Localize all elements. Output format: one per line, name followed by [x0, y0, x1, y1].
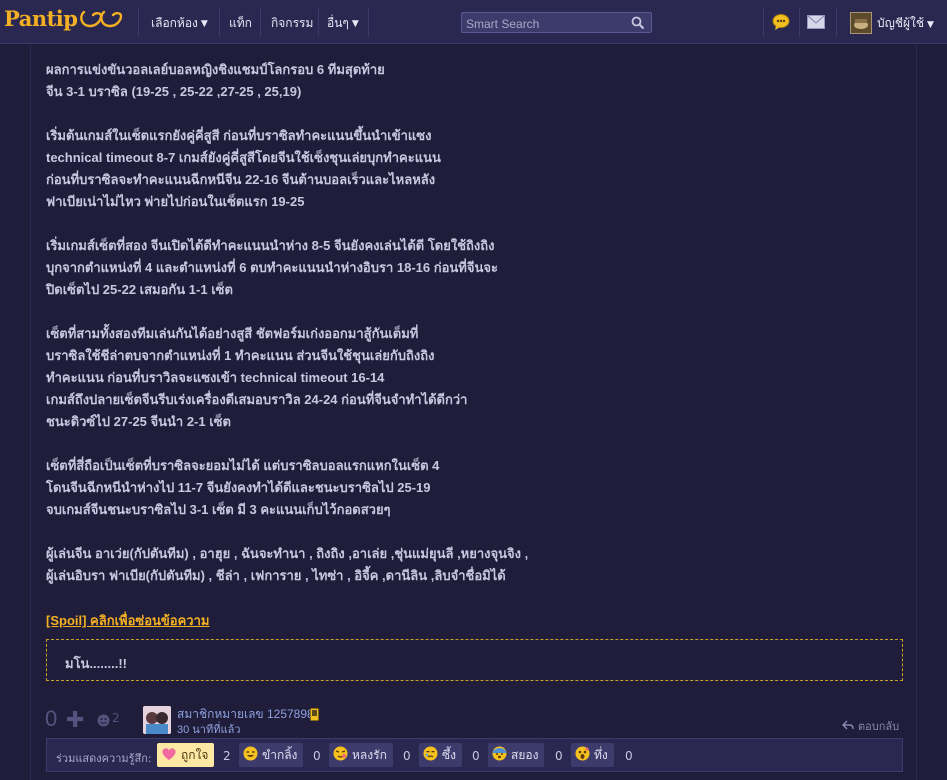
story-line: จบเกมส์จีนชนะบราซิลไป 3-1 เซ็ต มี 3 คะแน… [46, 502, 391, 517]
reply-arrow-icon [842, 720, 854, 733]
wow-face-icon [575, 746, 590, 764]
nav-rooms-label: เลือกห้อง [151, 16, 198, 30]
spoiler-content: มโน........!! [65, 656, 127, 671]
story-line: เริ่มเกมส์เซ็ตที่สอง จีนเปิดได้ดีทำคะแนน… [46, 238, 495, 253]
story-line: technical timeout 8-7 เกมส์ยังคู่คี่สูสี… [46, 150, 441, 165]
story-line: เกมส์ถึงปลายเซ็ตจีนรีบเร่งเครื่องดีเสมอบ… [46, 392, 468, 407]
nav-more-menu[interactable]: อื่นๆ ▼ [327, 14, 359, 33]
nav-tags-label: แท็ก [229, 16, 252, 30]
caret-down-icon: ▼ [927, 20, 934, 30]
nav-divider [260, 8, 261, 36]
emotion-label: สยอง [511, 747, 539, 762]
touched-face-icon [423, 746, 438, 764]
emotion-count-love: 0 [403, 749, 411, 763]
caret-down-icon: ▼ [200, 18, 208, 29]
mobile-phone-icon [310, 706, 319, 725]
emotion-button-touched[interactable]: ซึ้ง [419, 743, 463, 767]
post-time: 30 นาทีที่แล้ว [177, 724, 241, 736]
story-line: ผลการแข่งขันวอลเลย์บอลหญิงชิงแชมป์โลกรอบ… [46, 62, 385, 77]
emotion-button-like[interactable]: ถูกใจ [157, 743, 215, 767]
poster-avatar[interactable] [143, 706, 171, 734]
heart-face-icon [161, 747, 177, 764]
pantip-logo[interactable]: Pantip [4, 6, 126, 31]
emotion-button-love[interactable]: หลงรัก [329, 743, 393, 767]
scared-face-icon [492, 746, 507, 764]
emotion-label: ขำกลิ้ง [262, 747, 298, 762]
love-face-icon [333, 746, 348, 764]
story-paragraph: เริ่มเกมส์เซ็ตที่สอง จีนเปิดได้ดีทำคะแนน… [46, 235, 886, 301]
nav-activities-label: กิจกรรม [271, 16, 314, 30]
emotion-bar-label: ร่วมแสดงความรู้สึก: [56, 752, 152, 765]
vote-plus-button[interactable]: ✚ [66, 708, 84, 733]
story-line: เซ็ตที่สี่ถือเป็นเซ็ตที่บราซิลจะยอมไม่ได… [46, 458, 440, 473]
story-line: ก่อนที่บราซิลจะทำคะแนนฉีกหนีจีน 22-16 จี… [46, 172, 436, 187]
story-paragraph: ผู้เล่นจีน อาเว่ย(กัปตันทีม) , อาฮุย , ฉ… [46, 543, 886, 587]
story-line: ฟาเบียเน่าไม่ไหว พ่ายไปก่อนในเซ็ตแรก 19-… [46, 194, 305, 209]
nav-divider [763, 8, 764, 36]
nav-activities-link[interactable]: กิจกรรม [271, 14, 313, 33]
emotion-button-laugh[interactable]: ขำกลิ้ง [239, 743, 304, 767]
logo-text: Pantip [4, 6, 78, 31]
chat-bubble-icon[interactable] [771, 12, 791, 36]
emotion-count-scared: 0 [555, 749, 563, 763]
emotion-count-laugh: 0 [313, 749, 321, 763]
reply-label: ตอบกลับ [858, 720, 900, 733]
emotion-label: หลงรัก [352, 747, 387, 762]
story-line: บุกจากตำแหน่งที่ 4 และตำแหน่งที่ 6 ตบทำค… [46, 260, 498, 275]
emotion-button-scared[interactable]: สยอง [488, 743, 545, 767]
nav-divider [368, 8, 369, 36]
comment-body: ผลการแข่งขันวอลเลย์บอลหญิงชิงแชมป์โลกรอบ… [30, 44, 917, 780]
nav-tags-link[interactable]: แท็ก [229, 14, 252, 33]
story-line: จีน 3-1 บราซิล (19-25 , 25-22 ,27-25 , 2… [46, 84, 302, 99]
mail-icon[interactable] [807, 14, 825, 33]
reply-button[interactable]: ตอบกลับ [842, 717, 899, 735]
story-line: ทำคะแนน ก่อนที่บราวิลจะแซงเข้า technical… [46, 370, 385, 385]
nav-divider [318, 8, 319, 36]
nav-divider [836, 8, 837, 36]
emotion-label: ทึ่ง [594, 747, 608, 762]
caret-down-icon: ▼ [351, 18, 359, 29]
smart-search-box [461, 12, 652, 34]
top-navbar: Pantip เลือกห้อง▼ แท็ก กิจกรรม อื่นๆ▼ บ [0, 0, 947, 44]
emotion-count-touched: 0 [472, 749, 480, 763]
nav-divider [219, 8, 220, 36]
story-line: ปิดเซ็ตไป 25-22 เสมอกัน 1-1 เซ็ต [46, 282, 233, 297]
smart-search-input[interactable] [462, 14, 627, 34]
nav-divider [138, 8, 139, 36]
story-line: โดนจีนฉีกหนีนำห่างไป 11-7 จีนยังคงทำได้ด… [46, 480, 431, 495]
user-avatar[interactable] [850, 12, 872, 34]
comment-text: ผลการแข่งขันวอลเลย์บอลหญิงชิงแชมป์โลกรอบ… [46, 59, 886, 609]
nav-rooms-menu[interactable]: เลือกห้อง ▼ [151, 14, 208, 33]
spoiler-box: มโน........!! [46, 639, 903, 681]
search-icon[interactable] [631, 15, 645, 34]
emotion-count-like: 2 [223, 749, 231, 763]
story-paragraph: เซ็ตที่สี่ถือเป็นเซ็ตที่บราซิลจะยอมไม่ได… [46, 455, 886, 521]
vote-count: 0 [45, 706, 58, 731]
emotion-count: 2 [112, 711, 120, 725]
story-paragraph: ผลการแข่งขันวอลเลย์บอลหญิงชิงแชมป์โลกรอบ… [46, 59, 886, 103]
story-paragraph: เริ่มต้นเกมส์ในเซ็ตแรกยังคู่คี่สูสี ก่อน… [46, 125, 886, 213]
emotion-bar: ร่วมแสดงความรู้สึก: ถูกใจ 2 ขำกลิ้ง 0 หล… [46, 738, 903, 772]
emotion-button-wow[interactable]: ทึ่ง [571, 743, 614, 767]
emotion-label: ถูกใจ [181, 747, 209, 762]
spoiler-toggle-link[interactable]: [Spoil] คลิกเพื่อซ่อนข้อความ [46, 610, 209, 631]
account-menu[interactable]: บัญชีผู้ใช้ ▼ [877, 14, 934, 33]
nav-divider [799, 8, 800, 36]
nav-more-label: อื่นๆ [327, 16, 349, 30]
story-line: ผู้เล่นจีน อาเว่ย(กัปตันทีม) , อาฮุย , ฉ… [46, 546, 529, 561]
emotion-label: ซึ้ง [442, 747, 457, 762]
story-line: เริ่มต้นเกมส์ในเซ็ตแรกยังคู่คี่สูสี ก่อน… [46, 128, 432, 143]
account-label: บัญชีผู้ใช้ [877, 16, 925, 30]
laugh-face-icon [243, 746, 258, 764]
story-paragraph: เซ็ตที่สามทั้งสองทีมเล่นกันได้อย่างสูสี … [46, 323, 886, 433]
logo-glasses-icon [80, 10, 123, 27]
story-line: เซ็ตที่สามทั้งสองทีมเล่นกันได้อย่างสูสี … [46, 326, 419, 341]
emotion-count-wow: 0 [625, 749, 633, 763]
smiley-icon [97, 712, 110, 731]
story-line: บราซิลใช้ชีล่าตบจากตำแหน่งที่ 1 ทำคะแนน … [46, 348, 435, 363]
story-line: ชนะดิวซ์ไป 27-25 จีนนำ 2-1 เซ็ต [46, 414, 231, 429]
story-line: ผู้เล่นอิบรา ฟาเบีย(กัปตันทีม) , ชีล่า ,… [46, 568, 506, 583]
